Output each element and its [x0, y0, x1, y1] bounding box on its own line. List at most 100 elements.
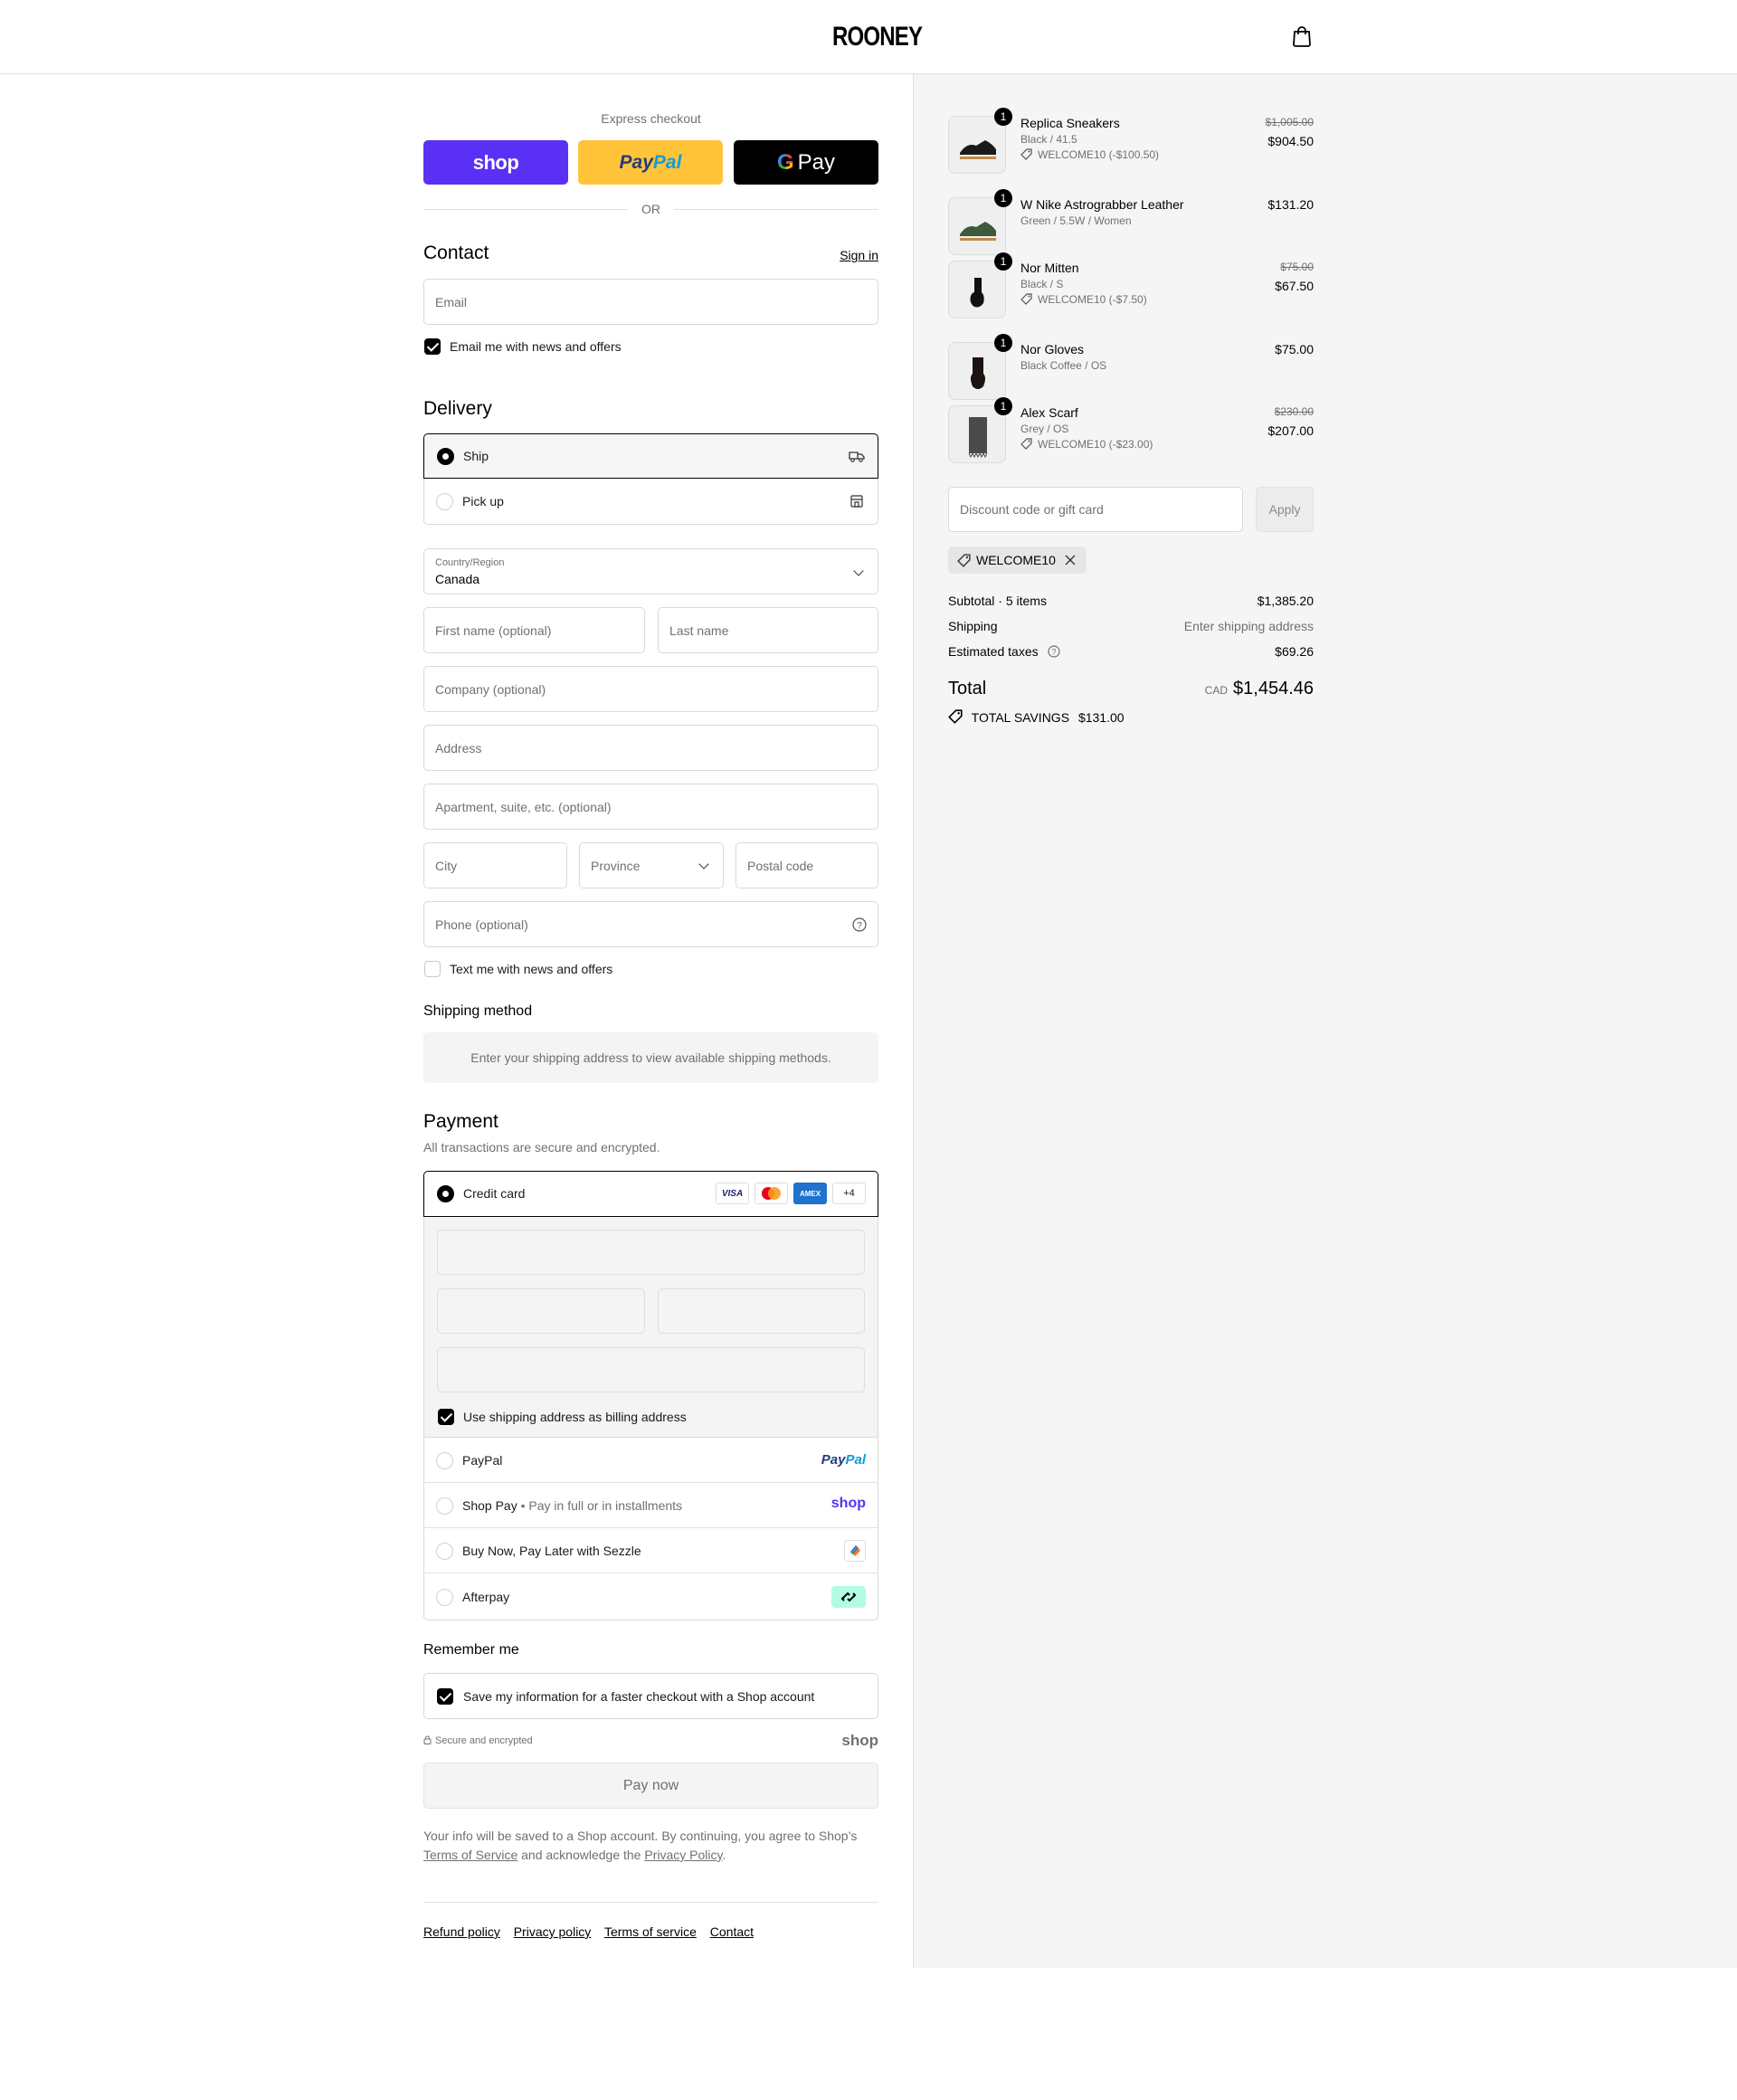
privacy-policy-link[interactable]: Privacy Policy	[644, 1848, 722, 1862]
line-item: 1 Nor Mitten Black / S WELCOME10 (-$7.50…	[948, 252, 1314, 324]
first-name-field[interactable]	[423, 607, 645, 653]
address-input[interactable]	[435, 740, 867, 755]
page-header: ROONEY	[0, 0, 1737, 74]
shop-pay-label: Shop Pay	[462, 1498, 517, 1513]
address-field[interactable]	[423, 725, 878, 771]
credit-card-label: Credit card	[463, 1186, 526, 1201]
afterpay-icon	[831, 1586, 866, 1608]
billing-same-checkbox[interactable]	[438, 1409, 454, 1425]
help-icon[interactable]: ?	[1047, 645, 1060, 658]
lock-icon	[423, 1735, 432, 1744]
discount-code-input[interactable]	[948, 487, 1243, 532]
apply-discount-button[interactable]: Apply	[1256, 487, 1314, 532]
contact-title: Contact	[423, 242, 489, 263]
email-input[interactable]	[435, 294, 867, 309]
last-name-field[interactable]	[658, 607, 878, 653]
postal-code-input[interactable]	[747, 858, 867, 873]
shop-pay-express-button[interactable]: shop	[423, 140, 568, 185]
brand-logo[interactable]: ROONEY	[832, 22, 923, 52]
company-field[interactable]	[423, 666, 878, 712]
last-name-input[interactable]	[669, 622, 867, 638]
country-value: Canada	[435, 572, 480, 586]
shop-pay-radio[interactable]	[436, 1497, 453, 1515]
name-on-card-field[interactable]	[437, 1347, 865, 1392]
credit-card-radio[interactable]	[437, 1185, 454, 1202]
footer-divider	[423, 1902, 878, 1903]
product-price: $207.00	[1267, 423, 1314, 438]
shipping-value: Enter shipping address	[1183, 619, 1314, 633]
shopping-bag-icon[interactable]	[1292, 25, 1312, 47]
afterpay-radio[interactable]	[436, 1589, 453, 1606]
expiration-date-field[interactable]	[437, 1288, 645, 1334]
help-icon[interactable]: ?	[852, 917, 867, 932]
total-label: Total	[948, 679, 987, 698]
company-input[interactable]	[435, 681, 867, 697]
product-discount-code: WELCOME10 (-$100.50)	[1038, 148, 1160, 161]
security-code-field[interactable]	[658, 1288, 865, 1334]
shop-logo: shop	[841, 1732, 878, 1749]
city-input[interactable]	[435, 858, 555, 873]
save-info-label: Save my information for a faster checkou…	[463, 1689, 815, 1704]
terms-of-service-link[interactable]: Terms of Service	[423, 1848, 517, 1862]
card-number-field[interactable]	[437, 1230, 865, 1275]
payment-option-credit-card[interactable]: Credit card VISA AMEX +4	[423, 1171, 878, 1217]
paypal-logo-a: Pay	[619, 151, 653, 173]
city-field[interactable]	[423, 842, 567, 888]
visa-card-icon: VISA	[716, 1183, 749, 1204]
first-name-input[interactable]	[435, 622, 633, 638]
country-select[interactable]: Country/Region Canada	[423, 548, 878, 594]
save-info-checkbox[interactable]	[437, 1688, 453, 1705]
quantity-badge: 1	[994, 108, 1012, 126]
legal-notice: Your info will be saved to a Shop accoun…	[423, 1827, 878, 1865]
payment-option-sezzle[interactable]: Buy Now, Pay Later with Sezzle	[423, 1528, 878, 1573]
delivery-option-ship[interactable]: Ship	[423, 433, 878, 479]
payment-option-paypal[interactable]: PayPal PayPal	[423, 1438, 878, 1483]
email-news-checkbox[interactable]	[424, 338, 441, 355]
phone-field[interactable]: ?	[423, 901, 878, 947]
sezzle-label: Buy Now, Pay Later with Sezzle	[462, 1544, 641, 1558]
subtotal-label: Subtotal · 5 items	[948, 594, 1047, 608]
apartment-field[interactable]	[423, 784, 878, 830]
google-pay-express-button[interactable]: G Pay	[734, 140, 878, 185]
shipping-label: Shipping	[948, 619, 998, 633]
apartment-input[interactable]	[435, 799, 867, 814]
phone-input[interactable]	[435, 917, 867, 932]
ship-radio[interactable]	[437, 448, 454, 465]
product-name: Alex Scarf	[1020, 405, 1078, 420]
postal-code-field[interactable]	[736, 842, 878, 888]
subtotal-value: $1,385.20	[1257, 594, 1314, 608]
quantity-badge: 1	[994, 334, 1012, 352]
google-pay-label: Pay	[797, 149, 836, 175]
province-select[interactable]: Province	[579, 842, 724, 888]
remember-me-title: Remember me	[423, 1642, 519, 1658]
legal-text-a: Your info will be saved to a Shop accoun…	[423, 1829, 858, 1843]
remove-discount-icon[interactable]	[1065, 555, 1076, 565]
payment-option-afterpay[interactable]: Afterpay	[423, 1573, 878, 1620]
footer-contact-link[interactable]: Contact	[710, 1924, 754, 1939]
tag-icon	[957, 553, 971, 567]
quantity-badge: 1	[994, 252, 1012, 271]
footer-terms-link[interactable]: Terms of service	[604, 1924, 697, 1939]
footer-privacy-policy-link[interactable]: Privacy policy	[514, 1924, 592, 1939]
footer-refund-policy-link[interactable]: Refund policy	[423, 1924, 500, 1939]
truck-icon	[849, 451, 865, 462]
sms-news-checkbox[interactable]	[424, 961, 441, 977]
product-discount: WELCOME10 (-$7.50)	[1020, 293, 1147, 306]
pay-now-button[interactable]: Pay now	[423, 1763, 878, 1809]
product-image: 1	[948, 334, 1012, 400]
payment-option-shop-pay[interactable]: Shop Pay • Pay in full or in installment…	[423, 1483, 878, 1528]
paypal-radio[interactable]	[436, 1452, 453, 1469]
discount-code-text[interactable]	[960, 502, 1231, 517]
pickup-radio[interactable]	[436, 493, 453, 510]
product-discount-code: WELCOME10 (-$7.50)	[1038, 293, 1147, 306]
paypal-express-button[interactable]: Pay Pal	[578, 140, 723, 185]
product-discount: WELCOME10 (-$100.50)	[1020, 148, 1159, 161]
sezzle-radio[interactable]	[436, 1543, 453, 1560]
country-label: Country/Region	[435, 557, 505, 568]
email-field[interactable]	[423, 279, 878, 325]
chevron-down-icon	[853, 565, 864, 576]
delivery-option-pickup[interactable]: Pick up	[423, 479, 878, 524]
or-divider: OR	[423, 201, 878, 219]
line-item: 1 Alex Scarf Grey / OS WELCOME10 (-$23.0…	[948, 397, 1314, 469]
sign-in-link[interactable]: Sign in	[840, 248, 878, 262]
